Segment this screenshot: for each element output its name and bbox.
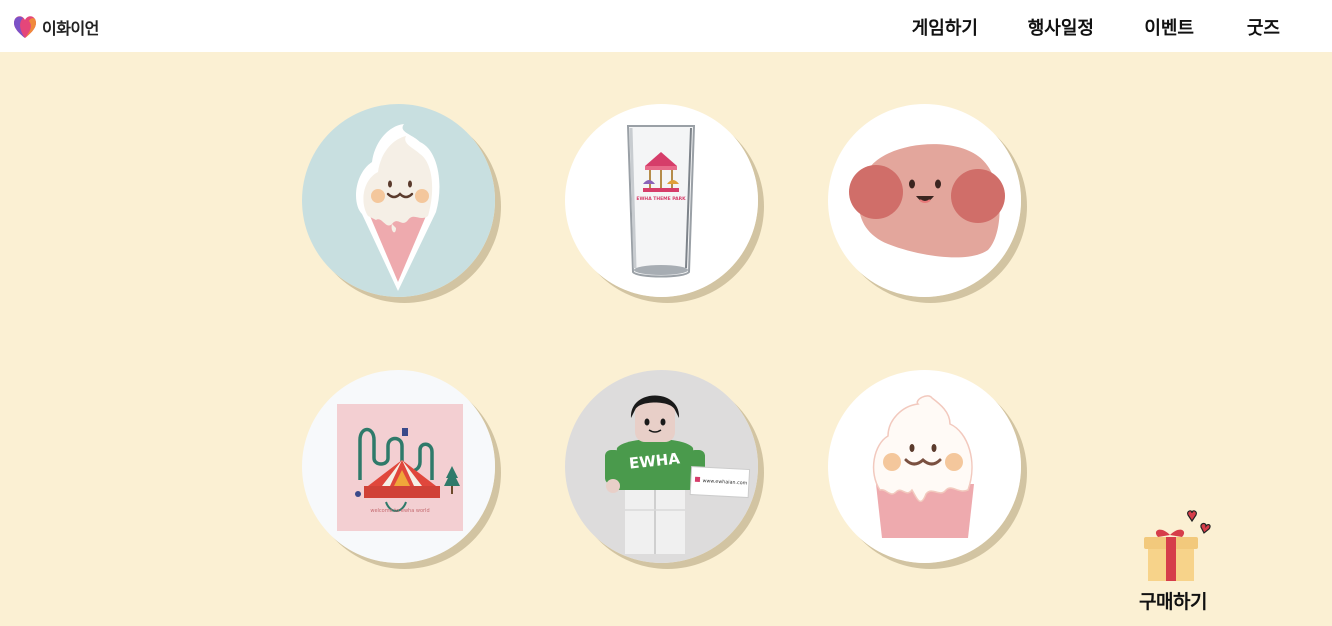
hoodie-figure-image: EWHA www.ewhaian.com (565, 370, 758, 563)
buy-button[interactable]: 구매하기 (1128, 507, 1218, 614)
goods-item-soft-serve-cup[interactable] (828, 370, 1021, 563)
nav-item-schedule[interactable]: 행사일정 (1028, 14, 1094, 40)
goods-area: EWHA THEME PARK welcome to ewha world EW… (0, 52, 1332, 626)
glass-print-text: EWHA THEME PARK (636, 196, 686, 202)
brand-heart-icon (14, 16, 36, 38)
goods-item-hoodie-figure[interactable]: EWHA www.ewhaian.com (565, 370, 758, 563)
pink-blob-image (828, 104, 1021, 297)
card-caption: welcome to ewha world (370, 508, 429, 514)
theme-park-card-image: welcome to ewha world (302, 370, 495, 563)
ice-cream-cone-image (302, 104, 495, 297)
buy-label: 구매하기 (1139, 591, 1207, 613)
gift-icon (1144, 510, 1211, 581)
nav-item-goods[interactable]: 굿즈 (1247, 14, 1280, 40)
nav-item-event[interactable]: 이벤트 (1144, 14, 1194, 40)
goods-item-ice-cream-cone[interactable] (302, 104, 495, 297)
glass-image: EWHA THEME PARK (565, 104, 758, 297)
goods-item-pink-blob[interactable] (828, 104, 1021, 297)
goods-item-glass[interactable]: EWHA THEME PARK (565, 104, 758, 297)
goods-item-theme-park-card[interactable]: welcome to ewha world (302, 370, 495, 563)
brand-logo[interactable]: 이화이언 (11, 12, 99, 42)
top-header: 이화이언 게임하기 행사일정 이벤트 굿즈 (0, 0, 1332, 52)
brand-name: 이화이언 (42, 19, 99, 38)
nav-item-game[interactable]: 게임하기 (912, 14, 978, 40)
soft-serve-cup-image (828, 370, 1021, 563)
